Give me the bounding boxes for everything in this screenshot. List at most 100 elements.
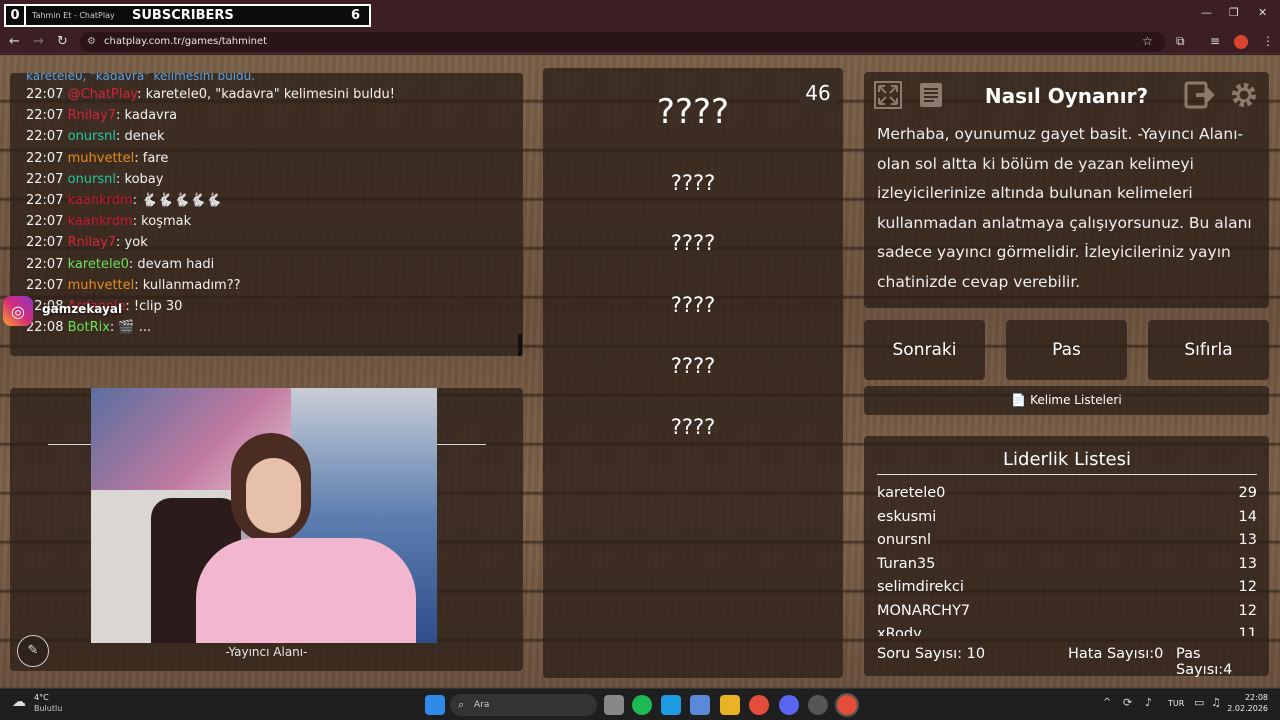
chat-message: 22:07 @ChatPlay: karetele0, "kadavra" ke… <box>26 84 507 105</box>
weather-icon[interactable]: ☁ <box>12 694 26 710</box>
chat-message: 22:07 Rnilay7: kadavra <box>26 105 507 126</box>
leaderboard-row: karetele0 29 <box>877 482 1257 506</box>
store-icon[interactable] <box>690 695 710 715</box>
taskbar-search[interactable]: ⌕ Ara <box>450 694 597 716</box>
chat-text: : denek <box>116 129 165 145</box>
passes-count: 4 <box>1223 662 1233 678</box>
chat-username[interactable]: muhvettel <box>68 151 135 166</box>
chat-username[interactable]: BotRix <box>68 320 110 335</box>
reset-button[interactable]: Sıfırla <box>1148 320 1269 380</box>
chat-message: 22:07 onursnl: denek <box>26 126 507 147</box>
chrome-active-icon[interactable] <box>835 693 859 717</box>
taskbar: ☁ 4°C Bulutlu ⌕ Ara ^ ⟳ ♪ TUR ▭ ♫ 22:08 … <box>0 688 1280 720</box>
forbidden-word: ???? <box>670 415 716 439</box>
media-icon[interactable]: ≡ <box>1210 34 1220 48</box>
player-score: 14 <box>1238 508 1257 525</box>
overlay-left-count: 0 <box>6 6 26 25</box>
exit-icon[interactable] <box>1182 77 1218 113</box>
back-icon[interactable]: ← <box>9 34 20 49</box>
instagram-icon: ◎ <box>3 296 33 326</box>
player-name: karetele0 <box>877 485 946 501</box>
browser-tab-title[interactable]: Tahmin Et - ChatPlay <box>32 11 132 20</box>
chat-username[interactable]: karetele0 <box>68 257 129 272</box>
task-view-icon[interactable] <box>604 695 624 715</box>
leaderboard-list[interactable]: karetele0 29 eskusmi 14 onursnl 13 Turan35 13 se… <box>877 482 1257 636</box>
player-score: 12 <box>1238 579 1257 595</box>
chat-timestamp: 22:07 <box>26 108 64 124</box>
extensions-icon[interactable]: ⧉ <box>1176 34 1185 49</box>
chat-timestamp: 22:07 <box>26 171 64 187</box>
chat-timestamp: 22:07 <box>26 150 64 166</box>
network-icon[interactable]: ▭ <box>1194 696 1204 709</box>
chat-text: : fare <box>134 150 169 166</box>
word-lists-button[interactable]: 📄 Kelime Listeleri <box>864 386 1269 415</box>
chat-timestamp: 22:07 <box>26 277 64 293</box>
tray-overflow-icon[interactable]: ^ <box>1103 697 1111 708</box>
mic-icon[interactable]: ♪ <box>1145 696 1152 709</box>
pen-icon[interactable]: ✎ <box>17 635 49 667</box>
chat-text: : devam hadi <box>128 256 215 272</box>
forbidden-word: ???? <box>670 293 716 317</box>
language-indicator[interactable]: TUR <box>1168 699 1184 708</box>
passes-label: Pas Sayısı: <box>1176 646 1224 678</box>
leaderboard-row: onursnl 13 <box>877 529 1257 553</box>
player-name: Turan35 <box>877 555 936 572</box>
chat-scrollbar[interactable] <box>518 334 522 356</box>
volume-icon[interactable]: ♫ <box>1211 696 1221 709</box>
player-score: 13 <box>1238 532 1257 548</box>
spotify-icon[interactable] <box>632 695 652 715</box>
clock-time[interactable]: 22:08 <box>1240 693 1268 702</box>
chat-text: : kadavra <box>116 108 178 124</box>
sync-icon[interactable]: ⟳ <box>1123 696 1132 709</box>
chat-text: : karetele0, "kadavra" kelimesini buldu! <box>137 87 395 102</box>
forbidden-word: ???? <box>670 171 716 195</box>
errors-label: Hata Sayısı: <box>1068 646 1155 662</box>
url-text: chatplay.com.tr/games/tahminet <box>104 36 268 47</box>
menu-icon[interactable]: ⋮ <box>1262 34 1274 48</box>
chat-text: : kullanmadım?? <box>134 277 241 293</box>
chat-message: 22:07 karetele0: devam hadi <box>26 254 507 275</box>
chat-timestamp: 22:07 <box>26 235 64 251</box>
chat-username[interactable]: Rnilay7 <box>68 235 116 250</box>
settings-gear-icon[interactable] <box>1226 77 1262 113</box>
minimize-icon[interactable]: — <box>1201 6 1212 19</box>
chat-timestamp: 22:07 <box>26 192 64 208</box>
maximize-icon[interactable]: ❐ <box>1229 6 1239 19</box>
chat-username[interactable]: Rnilay7 <box>68 108 116 123</box>
chat-message: 22:07 kaankrdm: 🐇🐇🐇🐇🐇 <box>26 190 507 211</box>
chrome-icon[interactable] <box>749 695 769 715</box>
questions-label: Soru Sayısı: <box>877 646 963 662</box>
close-icon[interactable]: ✕ <box>1258 6 1267 19</box>
leaderboard-row: MONARCHY7 12 <box>877 600 1257 624</box>
reload-icon[interactable]: ↻ <box>57 34 68 49</box>
chat-username[interactable]: @ChatPlay <box>68 87 138 102</box>
file-explorer-icon[interactable] <box>720 695 740 715</box>
app-icon[interactable] <box>808 695 828 715</box>
streamer-area-label: -Yayıncı Alanı- <box>225 645 308 659</box>
windows-start-icon[interactable] <box>425 695 445 715</box>
player-score: 29 <box>1238 485 1257 501</box>
chat-username[interactable]: kaankrdm <box>68 193 133 208</box>
clock-date[interactable]: 2.02.2026 <box>1222 704 1268 713</box>
leaderboard-row: Turan35 13 <box>877 553 1257 577</box>
edge-icon[interactable] <box>661 695 681 715</box>
chat-message: 22:07 onursnl: kobay <box>26 169 507 190</box>
chat-message: 22:07 Rnilay7: yok <box>26 232 507 253</box>
chat-username[interactable]: onursnl <box>68 129 116 144</box>
howto-text: Merhaba, oyunumuz gayet basit. -Yayıncı … <box>877 125 1252 291</box>
forbidden-word: ???? <box>670 231 716 255</box>
chat-username[interactable]: kaankrdm <box>68 214 133 229</box>
chat-text: : kobay <box>116 171 164 187</box>
chat-message: 22:07 kaankrdm: koşmak <box>26 211 507 232</box>
url-field[interactable]: ⚙ chatplay.com.tr/games/tahminet <box>80 32 1165 52</box>
next-button[interactable]: Sonraki <box>864 320 985 380</box>
pass-button[interactable]: Pas <box>1006 320 1127 380</box>
site-info-icon[interactable]: ⚙ <box>87 32 96 52</box>
profile-avatar[interactable] <box>1234 35 1248 49</box>
chat-timestamp: 22:07 <box>26 214 64 230</box>
bookmark-star-icon[interactable]: ☆ <box>1142 34 1153 48</box>
chat-username[interactable]: onursnl <box>68 172 116 187</box>
chat-username[interactable]: muhvettel <box>68 278 135 293</box>
discord-icon[interactable] <box>779 695 799 715</box>
forward-icon[interactable]: → <box>33 34 44 49</box>
